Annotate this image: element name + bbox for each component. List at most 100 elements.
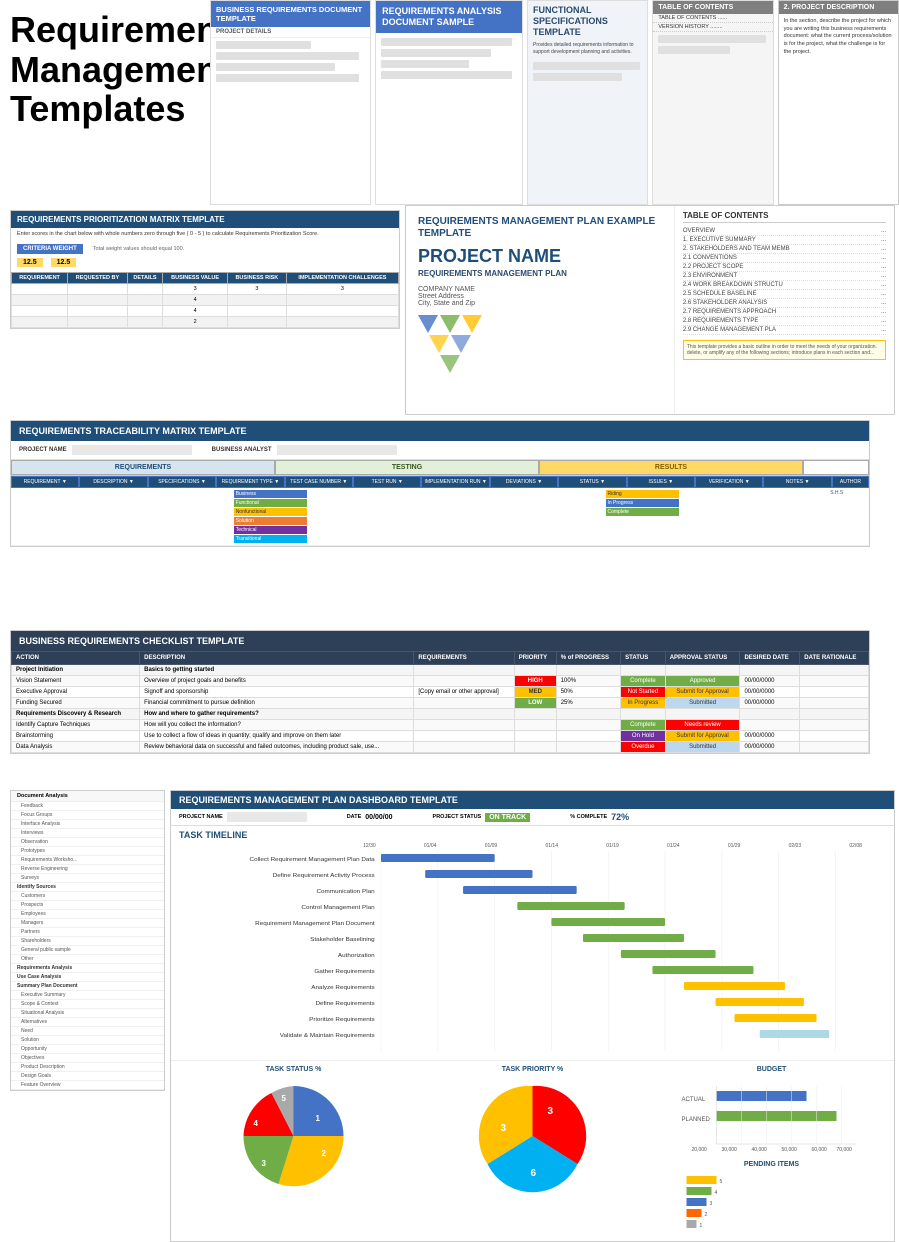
sidebar-customers: Customers — [11, 892, 164, 901]
rad-card[interactable]: REQUIREMENTS ANALYSIS DOCUMENT SAMPLE — [375, 0, 523, 205]
matrix-header: REQUIREMENTS PRIORITIZATION MATRIX TEMPL… — [11, 211, 399, 228]
checklist-row: Brainstorming Use to collect a flow of i… — [12, 731, 869, 742]
td-date: 00/00/0000 — [740, 742, 800, 753]
td-approval: Submit for Approval — [665, 731, 740, 742]
traceability-section: REQUIREMENTS TRACEABILITY MATRIX TEMPLAT… — [10, 420, 870, 547]
svg-text:Authorization: Authorization — [338, 953, 375, 958]
date-0109: 01/09 — [461, 843, 522, 849]
td-desc: Signoff and sponsorship — [140, 687, 414, 698]
brd-card[interactable]: BUSINESS REQUIREMENTS DOCUMENT TEMPLATE … — [210, 0, 371, 205]
triangles-svg — [418, 315, 508, 375]
top-cards-area: BUSINESS REQUIREMENTS DOCUMENT TEMPLATE … — [210, 0, 899, 205]
toc-card[interactable]: TABLE OF CONTENTS TABLE OF CONTENTS ....… — [652, 0, 773, 205]
gantt-svg: Collect Requirement Management Plan Data… — [179, 851, 886, 1051]
brd-line4 — [216, 74, 359, 82]
triangles-area — [418, 315, 662, 375]
dash-project-row: PROJECT NAME DATE 00/00/00 PROJECT STATU… — [171, 809, 894, 826]
rmp-street: Street Address — [418, 293, 662, 300]
td-desc: How will you collect the information? — [140, 720, 414, 731]
toc-env: 2.3 ENVIRONMENT... — [683, 272, 886, 281]
svg-text:4: 4 — [715, 1190, 718, 1196]
task-priority-title: TASK PRIORITY % — [418, 1066, 647, 1073]
sidebar-interviews: Interviews — [11, 829, 164, 838]
section-req-discovery: Requirements Discovery & Research How an… — [12, 709, 869, 720]
th-req: REQUIREMENTS — [414, 652, 514, 665]
type-solution: Solution — [234, 517, 308, 525]
req-group: REQUIREMENTS — [11, 460, 275, 475]
sidebar-need: Need — [11, 1027, 164, 1036]
col-business-risk: BUSINESS RISK — [227, 272, 286, 283]
fst-card[interactable]: FUNCTIONAL SPECIFICATIONS TEMPLATE Provi… — [527, 0, 648, 205]
gantt-bar-10 — [716, 998, 804, 1006]
date-1230: 12/30 — [339, 843, 400, 849]
svg-text:70,000: 70,000 — [837, 1147, 853, 1153]
status-inprogress: In Progress — [606, 499, 680, 507]
gantt-bar-9 — [684, 982, 785, 990]
sidebar-reverse: Reverse Engineering — [11, 865, 164, 874]
type-nonfunctional: Nonfunctional — [234, 508, 308, 516]
rad-line3 — [381, 60, 469, 68]
sidebar-doc-analysis: Document Analysis — [11, 791, 164, 802]
svg-text:Collect Requirement Management: Collect Requirement Management Plan Data — [250, 857, 376, 862]
sidebar-other: Other — [11, 955, 164, 964]
pending-svg: 5 4 3 2 1 — [657, 1171, 886, 1231]
matrix-row: 4 — [12, 305, 399, 316]
th-status: STATUS — [621, 652, 666, 665]
td-status: Complete — [621, 676, 666, 687]
sidebar-feedback: Feedback — [11, 802, 164, 811]
td-desc: Overview of project goals and benefits — [140, 676, 414, 687]
dashboard-section: REQUIREMENTS MANAGEMENT PLAN DASHBOARD T… — [170, 790, 895, 1242]
td-approval: Submit for Approval — [665, 687, 740, 698]
th-notes: NOTES ▼ — [763, 476, 831, 488]
td-approval: Submitted — [665, 742, 740, 753]
td-progress: 100% — [556, 676, 620, 687]
checklist-row: Funding Secured Financial commitment to … — [12, 698, 869, 709]
toc-line1: TABLE OF CONTENTS ...... — [653, 14, 772, 23]
rmp-toc-title: TABLE OF CONTENTS — [683, 211, 886, 223]
desc-header: 2. PROJECT DESCRIPTION — [779, 1, 898, 14]
rad-line4 — [381, 71, 512, 79]
toc-req-type: 2.8 REQUIREMENTS TYPE... — [683, 317, 886, 326]
td-empty9 — [755, 488, 829, 545]
desc-text: In the section, describe the project for… — [779, 14, 898, 60]
th-req-type: REQUIREMENT TYPE ▼ — [216, 476, 284, 488]
td-action: Identify Capture Techniques — [12, 720, 140, 731]
trace-project-field: PROJECT NAME — [19, 445, 192, 455]
td-req — [414, 698, 514, 709]
col-requested-by: REQUESTED BY — [68, 272, 127, 283]
col-details: DETAILS — [127, 272, 163, 283]
th-requirement: REQUIREMENT ▼ — [11, 476, 79, 488]
status-riding: Riding — [606, 490, 680, 498]
sidebar-req-analysis: Requirements Analysis — [11, 964, 164, 973]
sidebar-objectives: Objectives — [11, 1054, 164, 1063]
dash-project-label: PROJECT NAME — [179, 814, 223, 820]
td-section-desc: Basics to getting started — [140, 665, 414, 676]
type-transitional: Transitional — [234, 535, 308, 543]
td-action: Data Analysis — [12, 742, 140, 753]
dash-date-val: 00/00/00 — [365, 814, 392, 821]
brd-line2 — [216, 52, 359, 60]
section-project-initiation: Project Initiation Basics to getting sta… — [12, 665, 869, 676]
rmp-left: REQUIREMENTS MANAGEMENT PLAN EXAMPLE TEM… — [406, 206, 674, 414]
th-status: STATUS ▼ — [558, 476, 626, 488]
td-empty8 — [681, 488, 755, 545]
pending-items-title: PENDING ITEMS — [657, 1161, 886, 1168]
td-date: 00/00/0000 — [740, 676, 800, 687]
toc-change-mgmt: 2.9 CHANGE MANAGEMENT PLA... — [683, 326, 886, 335]
fst-text: Provides detailed requirements informati… — [528, 39, 647, 59]
th-description: DESCRIPTION ▼ — [79, 476, 147, 488]
td-priority: HIGH — [514, 676, 556, 687]
toc-exec: 1. EXECUTIVE SUMMARY... — [683, 236, 886, 245]
fst-title: FUNCTIONAL SPECIFICATIONS TEMPLATE — [528, 1, 647, 39]
sidebar-observation: Observation — [11, 838, 164, 847]
fst-line1 — [533, 62, 640, 70]
date-0119: 01/19 — [582, 843, 643, 849]
checklist-row: Data Analysis Review behavioral data on … — [12, 742, 869, 753]
trace-group-headers: REQUIREMENTS TESTING RESULTS — [11, 460, 869, 476]
fst-line2 — [533, 73, 623, 81]
desc-card[interactable]: 2. PROJECT DESCRIPTION In the section, d… — [778, 0, 899, 205]
svg-text:5: 5 — [282, 1094, 287, 1103]
matrix-row: 333 — [12, 283, 399, 294]
gantt-section: TASK TIMELINE 12/30 01/04 01/09 01/14 01… — [171, 826, 894, 1060]
toc-wbs: 2.4 WORK BREAKDOWN STRUCTU... — [683, 281, 886, 290]
